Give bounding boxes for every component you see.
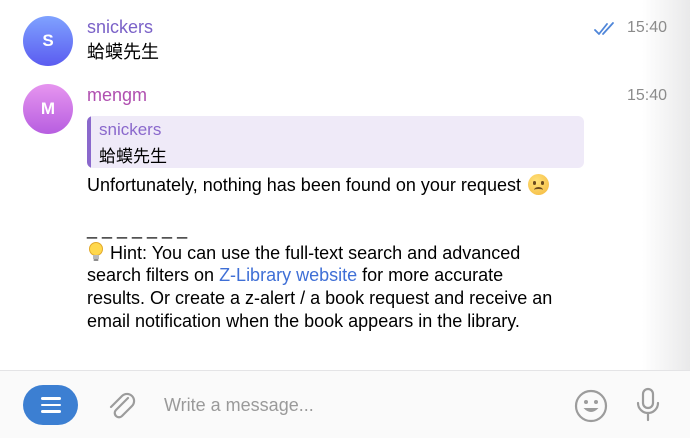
message-input[interactable]: Write a message...	[164, 395, 314, 416]
hint-line-3: results. Or create a z-alert / a book re…	[87, 288, 553, 308]
message-time: 15:40	[626, 87, 667, 104]
double-check-icon	[594, 22, 614, 35]
message-text: 蛤蟆先生	[87, 42, 159, 62]
sad-face-emoji-icon	[527, 174, 549, 195]
separator-line: _ _ _ _ _ _ _	[87, 219, 188, 239]
hint-text-2b: for more accurate	[357, 265, 504, 285]
menu-icon	[40, 397, 61, 400]
lightbulb-icon	[89, 242, 103, 261]
avatar[interactable]: M	[23, 84, 73, 134]
hint-text-2a: search filters on	[87, 265, 220, 285]
hint-line-2: search filters on Z-Library website for …	[87, 264, 503, 287]
reply-text: 蛤蟆先生	[99, 147, 167, 166]
menu-icon-line	[40, 403, 61, 407]
reply-sender: snickers	[99, 120, 162, 139]
hint-text-1: Hint: You can use the full-text search a…	[105, 243, 521, 263]
message-time: 15:40	[626, 19, 667, 36]
z-library-website-link[interactable]: Z-Library website	[219, 265, 357, 285]
chat-background-fade	[642, 0, 690, 370]
reply-quote[interactable]: snickers 蛤蟆先生	[87, 116, 584, 168]
hint-line-1: Hint: You can use the full-text search a…	[87, 241, 520, 265]
message-composer: Write a message...	[0, 370, 690, 438]
avatar-letter: M	[40, 99, 56, 118]
paperclip-icon[interactable]	[106, 389, 136, 421]
hint-line-4: email notification when the book appears…	[87, 311, 520, 331]
avatar[interactable]: S	[23, 16, 73, 66]
avatar-letter: S	[42, 31, 54, 50]
message-line-not-found: Unfortunately, nothing has been found on…	[87, 174, 549, 197]
microphone-icon[interactable]	[634, 387, 662, 423]
sender-name[interactable]: snickers	[87, 17, 153, 38]
smiley-icon[interactable]	[574, 389, 608, 423]
not-found-text: Unfortunately, nothing has been found on…	[87, 175, 521, 195]
menu-button[interactable]	[23, 385, 78, 425]
menu-icon-line	[40, 410, 61, 413]
sender-name[interactable]: mengm	[87, 85, 147, 106]
reply-quote-bar	[87, 116, 91, 168]
